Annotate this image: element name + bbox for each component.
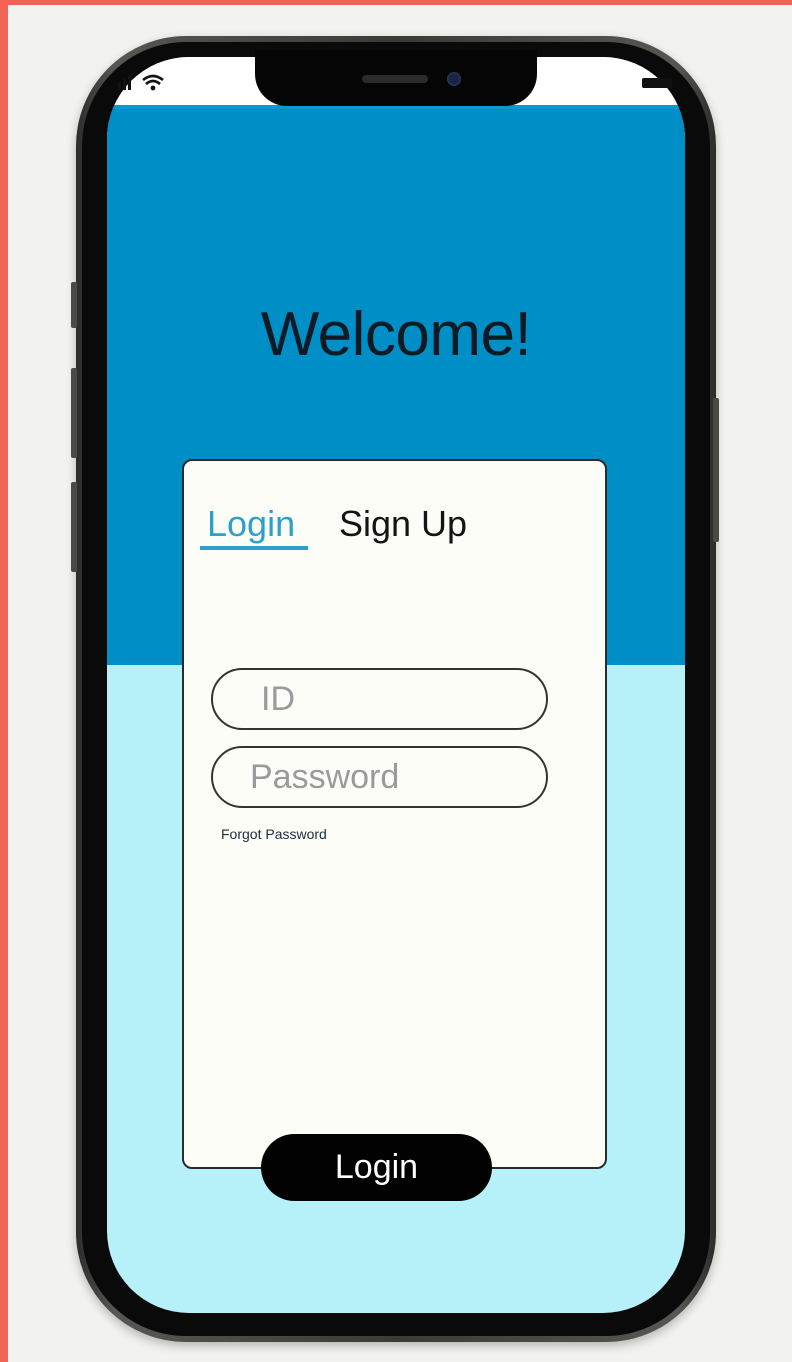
auth-card: [182, 459, 607, 1169]
page-border-left: [0, 0, 8, 1362]
volume-up-button: [71, 368, 77, 458]
tab-login[interactable]: Login: [207, 503, 295, 545]
power-button: [713, 398, 719, 542]
status-icons-left: [118, 74, 164, 91]
front-camera: [447, 72, 461, 86]
welcome-heading: Welcome!: [260, 300, 532, 369]
password-input[interactable]: [211, 746, 548, 808]
forgot-password-link[interactable]: Forgot Password: [221, 826, 327, 842]
id-input[interactable]: [211, 668, 548, 730]
tab-sign-up[interactable]: Sign Up: [339, 503, 467, 545]
earpiece-speaker: [362, 75, 428, 83]
battery-icon: [642, 78, 672, 88]
wifi-icon: [142, 74, 164, 91]
signal-icon: [118, 75, 131, 90]
login-button[interactable]: Login: [261, 1134, 492, 1201]
mute-switch: [71, 282, 77, 328]
active-tab-indicator: [200, 546, 308, 550]
volume-down-button: [71, 482, 77, 572]
page-border-top: [0, 0, 792, 5]
